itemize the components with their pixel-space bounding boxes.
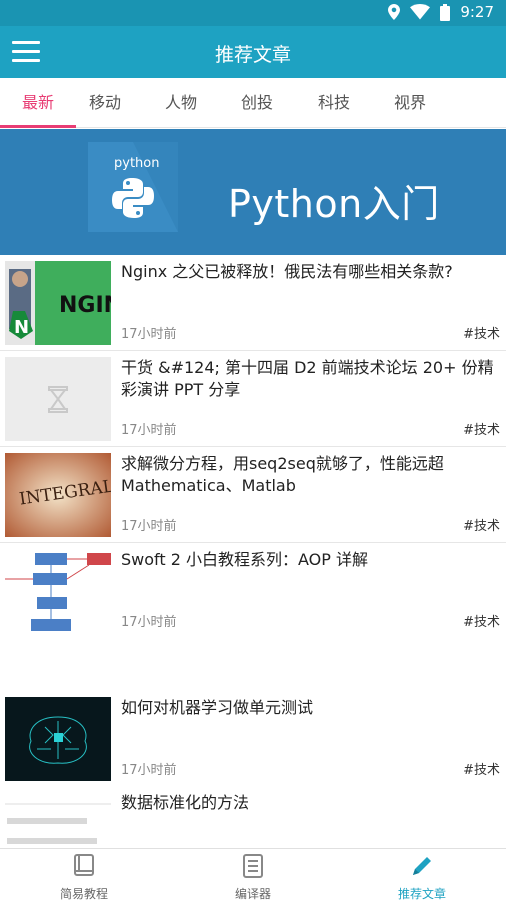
wifi-icon [410, 4, 431, 20]
svg-text:N: N [14, 317, 29, 338]
article-title: Swoft 2 小白教程系列：AOP 详解 [121, 550, 369, 569]
status-time: 9:27 [460, 3, 494, 21]
article-tag: #技术 [463, 423, 500, 438]
article-thumbnail [5, 697, 111, 781]
article-thumbnail: N NGIN [5, 261, 111, 345]
nav-compiler[interactable]: 编译器 [169, 853, 337, 900]
article-time: 17小时前 [121, 519, 177, 534]
nav-tutorial[interactable]: 简易教程 [0, 853, 168, 900]
article-time: 17小时前 [121, 763, 177, 778]
pencil-icon [413, 857, 431, 875]
status-bar: 9:27 [0, 0, 506, 26]
location-icon [388, 4, 401, 20]
article-tag: #技术 [463, 327, 500, 342]
article-item[interactable]: 数据标准化的方法 [0, 786, 506, 848]
article-title: 数据标准化的方法 [121, 793, 250, 812]
article-thumbnail: INTEGRAL [5, 453, 111, 537]
article-time: 17小时前 [121, 423, 177, 438]
nav-articles[interactable]: 推荐文章 [338, 853, 506, 900]
nav-tutorial-label: 简易教程 [59, 887, 108, 900]
article-tag: #技术 [463, 763, 500, 778]
article-item[interactable]: Swoft 2 小白教程系列：AOP 详解 17小时前 #技术 [0, 543, 506, 639]
tab-venture[interactable]: 创投 [219, 78, 295, 128]
nav-compiler-label: 编译器 [234, 887, 271, 900]
article-item[interactable]: INTEGRAL 求解微分方程，用seq2seq就够了，性能远超 Mathema… [0, 447, 506, 543]
tab-people[interactable]: 人物 [143, 78, 219, 128]
tab-vision[interactable]: 视界 [372, 78, 448, 128]
article-tag: #技术 [463, 615, 500, 630]
article-item[interactable]: N NGIN Nginx 之父已被释放！俄民法有哪些相关条款? 17小时前 #技… [0, 255, 506, 351]
article-thumbnail [5, 792, 111, 848]
banner-title: Python入门 [228, 182, 440, 226]
article-time: 17小时前 [121, 615, 177, 630]
article-tag: #技术 [463, 519, 500, 534]
article-title: 求解微分方程，用seq2seq就够了，性能远超 Mathematica、Matl… [121, 454, 444, 495]
list-spacer [0, 637, 506, 695]
article-item[interactable]: 如何对机器学习做单元测试 17小时前 #技术 [0, 691, 506, 787]
article-title: 干货 &#124; 第十四届 D2 前端技术论坛 20+ 份精彩演讲 PPT 分… [121, 358, 494, 399]
tab-latest[interactable]: 最新 [0, 78, 76, 128]
article-thumbnail [5, 549, 111, 633]
tab-tech[interactable]: 科技 [296, 78, 372, 128]
page-title: 推荐文章 [214, 44, 291, 66]
article-time: 17小时前 [121, 327, 177, 342]
python-icon [112, 178, 154, 218]
article-title: 如何对机器学习做单元测试 [121, 698, 314, 717]
document-icon [243, 854, 263, 878]
article-item[interactable]: 干货 &#124; 第十四届 D2 前端技术论坛 20+ 份精彩演讲 PPT 分… [0, 351, 506, 447]
nav-articles-label: 推荐文章 [397, 887, 446, 900]
book-icon [74, 854, 94, 876]
battery-icon [440, 3, 451, 21]
article-thumbnail-placeholder [5, 357, 111, 441]
category-tabs: 最新 移动 人物 创投 科技 视界 [0, 78, 506, 128]
python-logo: python [88, 142, 178, 232]
featured-banner[interactable]: python Python入门 [0, 129, 506, 255]
article-title: Nginx 之父已被释放！俄民法有哪些相关条款? [121, 262, 453, 281]
app-bar: 推荐文章 [0, 26, 506, 78]
bottom-navigation: 简易教程 编译器 推荐文章 [0, 848, 506, 900]
tab-mobile[interactable]: 移动 [67, 78, 143, 128]
